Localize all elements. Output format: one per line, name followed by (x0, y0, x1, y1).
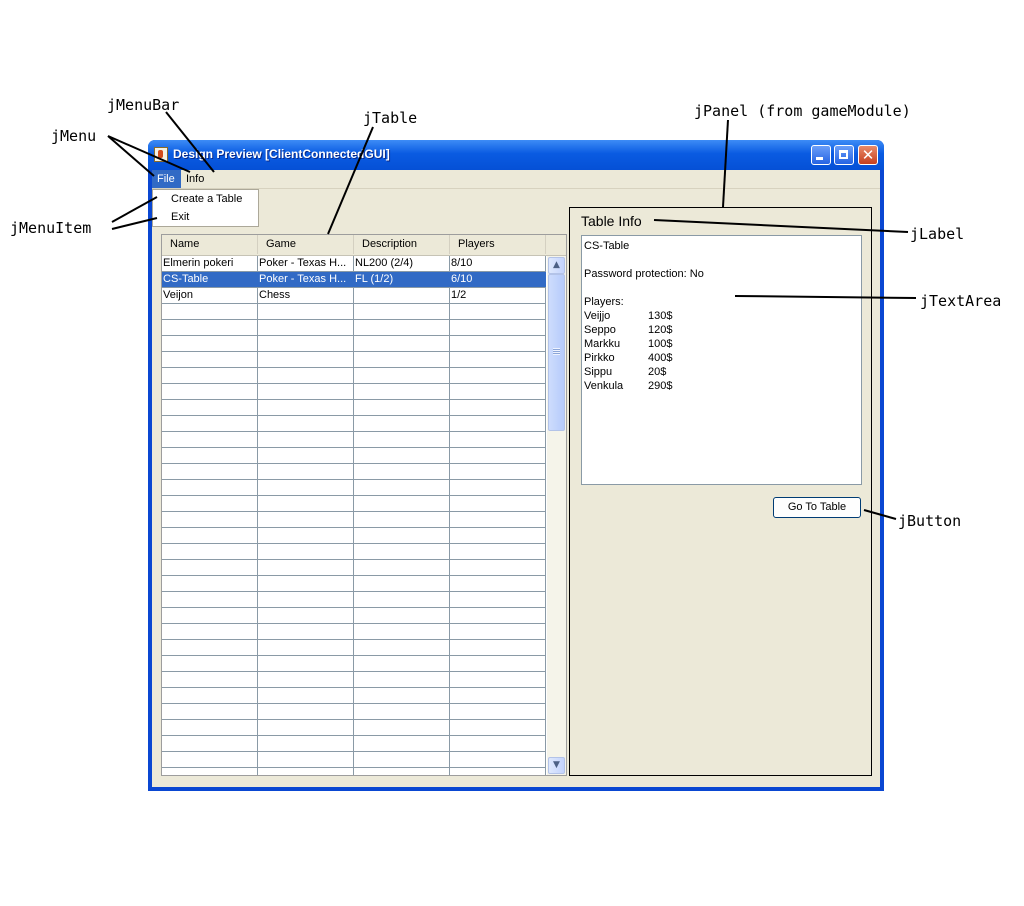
table-cell: Poker - Texas H... (259, 257, 347, 269)
java-app-icon (154, 147, 168, 162)
player-amount: 290$ (648, 380, 673, 392)
player-name: Sippu (584, 366, 613, 378)
player-line: Markku 100$ (584, 337, 859, 351)
player-line: Pirkko 400$ (584, 351, 859, 365)
player-name: Markku (584, 338, 621, 350)
table-row[interactable]: Elmerin pokeri Poker - Texas H... NL200 … (162, 256, 546, 271)
table-body: Elmerin pokeri Poker - Texas H... NL200 … (162, 256, 546, 775)
annotation-jpanel: jPanel (from gameModule) (694, 102, 911, 120)
menu-item-create-table[interactable]: Create a Table (171, 193, 242, 205)
table-row[interactable]: Veijon Chess 1/2 (162, 288, 546, 303)
annotation-jmenu: jMenu (51, 127, 97, 145)
player-amount: 120$ (648, 324, 673, 336)
annotation-jmenuitem: jMenuItem (10, 219, 92, 237)
scroll-down-icon[interactable]: ▼ (548, 757, 565, 774)
table-cell: Chess (259, 289, 291, 301)
menu-bar: File Info (152, 170, 880, 189)
column-header-name[interactable]: Name (162, 235, 258, 254)
info-table-name: CS-Table (584, 240, 630, 252)
player-name: Venkula (584, 380, 624, 392)
annotation-jbutton: jButton (898, 512, 962, 530)
go-to-table-button[interactable]: Go To Table (773, 497, 861, 518)
file-menu-popup: Create a Table Exit (152, 189, 259, 227)
table-cell: 6/10 (451, 273, 473, 285)
minimize-button[interactable] (811, 145, 831, 165)
scroll-up-icon[interactable]: ▲ (548, 257, 565, 274)
table-cell: FL (1/2) (355, 273, 394, 285)
column-header-game[interactable]: Game (258, 235, 354, 254)
close-icon: ✕ (861, 146, 875, 164)
player-amount: 400$ (648, 352, 673, 364)
table-cell: CS-Table (163, 273, 209, 285)
table-info-textarea[interactable]: CS-Table Password protection: No Players… (581, 235, 862, 485)
column-header-description[interactable]: Description (354, 235, 450, 254)
player-amount: 100$ (648, 338, 673, 350)
close-button[interactable]: ✕ (858, 145, 878, 165)
scrollbar-thumb[interactable] (548, 274, 565, 431)
table-cell: 8/10 (451, 257, 473, 269)
title-bar[interactable]: Design Preview [ClientConnectedGUI] ✕ (148, 140, 884, 170)
table-cell: 1/2 (451, 289, 467, 301)
annotation-jlabel: jLabel (910, 225, 965, 243)
table-info-label: Table Info (581, 213, 642, 229)
player-amount: 20$ (648, 366, 667, 378)
tables-table: Name Game Description Players Elmerin po… (161, 234, 567, 776)
player-name: Pirkko (584, 352, 615, 364)
menu-info[interactable]: Info (181, 170, 209, 188)
table-cell: Elmerin pokeri (163, 257, 234, 269)
player-amount: 130$ (648, 310, 673, 322)
player-line: Seppo 120$ (584, 323, 859, 337)
player-name: Veijjo (584, 310, 611, 322)
table-cell: Veijon (163, 289, 193, 301)
table-info-panel: Table Info CS-Table Password protection:… (569, 207, 872, 776)
window-client-area: File Info Create a Table Exit Name Game … (152, 170, 880, 787)
player-name: Seppo (584, 324, 616, 336)
menu-item-exit[interactable]: Exit (171, 211, 189, 223)
table-cell: Poker - Texas H... (259, 273, 347, 285)
info-password-line: Password protection: No (584, 268, 704, 280)
table-vertical-scrollbar[interactable]: ▲ ▼ (547, 256, 566, 775)
maximize-button[interactable] (834, 145, 854, 165)
table-row-selected[interactable]: CS-Table Poker - Texas H... FL (1/2) 6/1… (162, 272, 546, 287)
window-title: Design Preview [ClientConnectedGUI] (173, 147, 390, 161)
table-cell: NL200 (2/4) (355, 257, 414, 269)
player-line: Sippu 20$ (584, 365, 859, 379)
table-header: Name Game Description Players (162, 235, 566, 256)
menu-file[interactable]: File (152, 170, 181, 188)
player-line: Veijjo 130$ (584, 309, 859, 323)
player-line: Venkula 290$ (584, 379, 859, 393)
info-players-heading: Players: (584, 296, 624, 308)
annotation-jtable: jTable (363, 109, 418, 127)
annotation-jtextarea: jTextArea (920, 292, 1002, 310)
annotation-jmenubar: jMenuBar (107, 96, 180, 114)
column-header-players[interactable]: Players (450, 235, 546, 254)
scrollbar-grip-icon (553, 348, 560, 355)
app-window: Design Preview [ClientConnectedGUI] ✕ Fi… (148, 140, 884, 791)
table-cell (354, 288, 449, 303)
